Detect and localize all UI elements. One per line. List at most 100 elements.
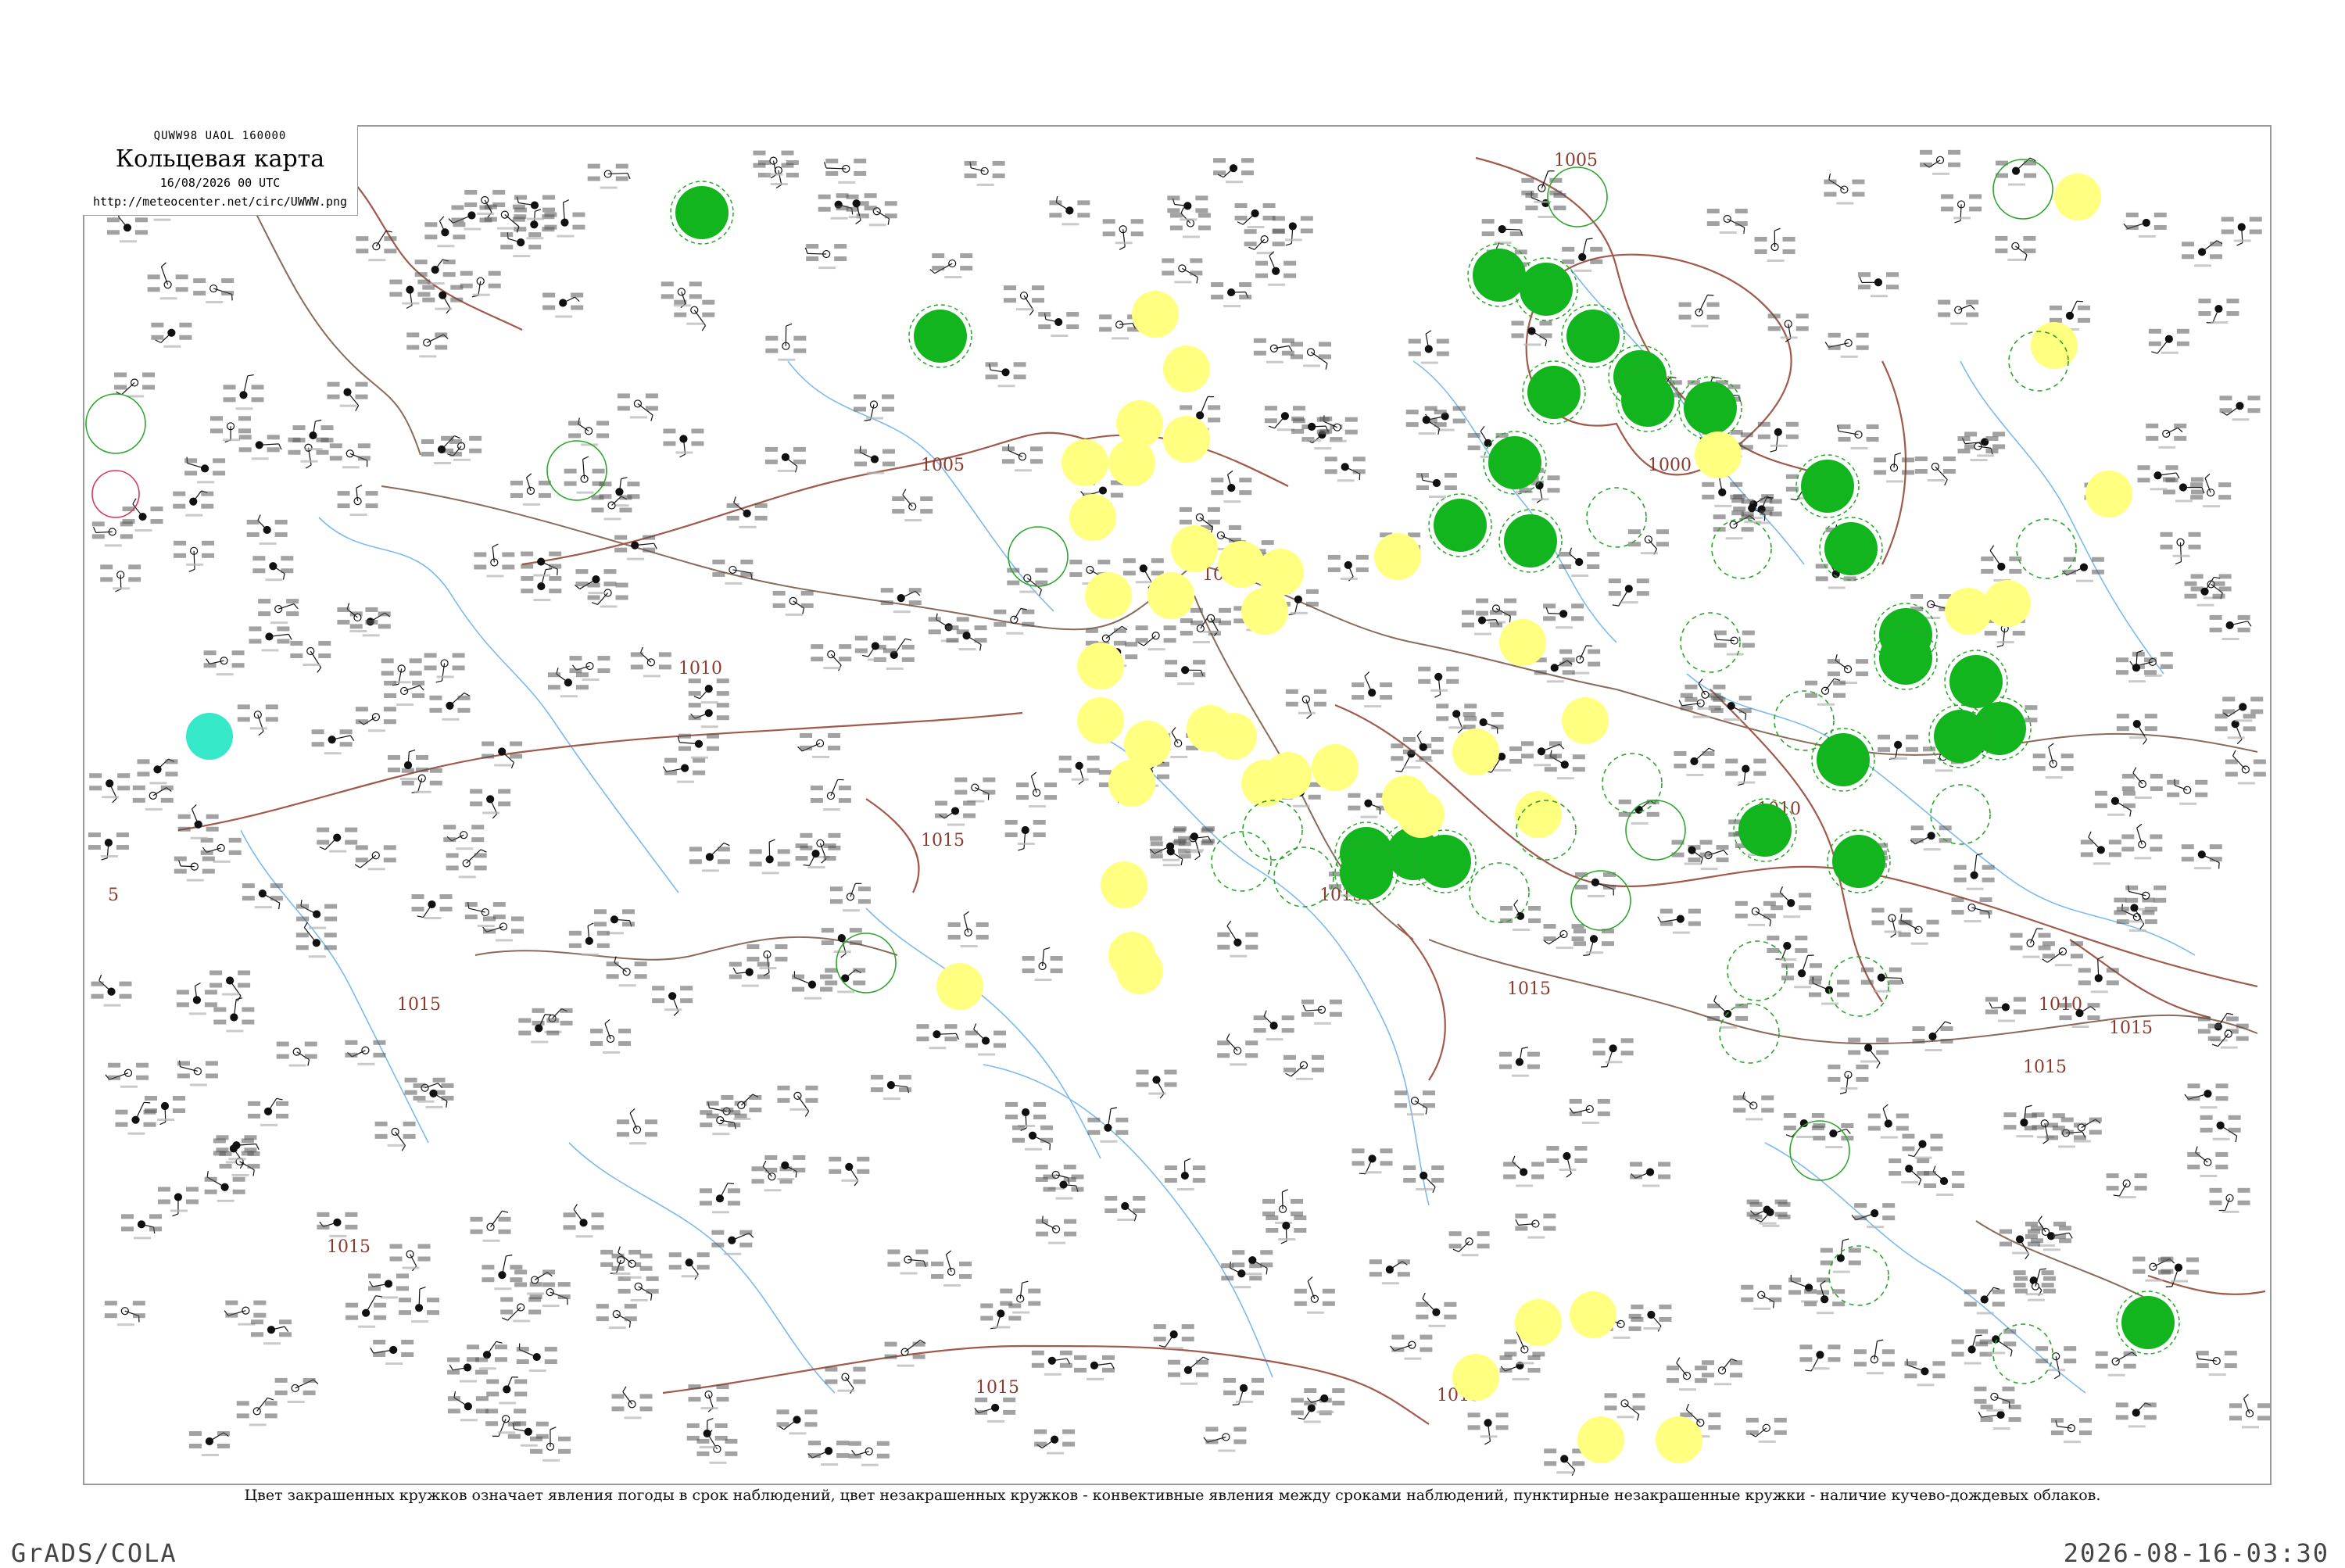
station-plot <box>1165 1158 1205 1190</box>
station-plot <box>1878 735 1918 760</box>
station-plot <box>465 902 506 927</box>
station-plot <box>277 1042 317 1067</box>
precipitation-marker <box>1738 804 1792 857</box>
convective-ring <box>86 394 145 453</box>
thunderstorm-marker <box>1945 588 1992 635</box>
isobar-label: 1015 <box>2109 1018 2153 1038</box>
station-plot <box>1658 909 1701 934</box>
station-plot <box>92 521 133 546</box>
convective-ring <box>1571 871 1631 930</box>
precipitation-marker <box>1949 655 2003 708</box>
station-plot <box>1190 608 1231 636</box>
thunderstorm-marker <box>1077 643 1124 689</box>
synoptic-map: 1005 1000 1010 1010 1010 1005 1015 1015 … <box>83 125 2272 1485</box>
station-plot <box>1416 473 1457 498</box>
station-plot <box>355 845 396 870</box>
station-plot <box>248 1098 288 1126</box>
station-plot <box>1103 219 1144 249</box>
station-plot <box>916 1024 958 1049</box>
station-plot <box>251 1319 292 1344</box>
station-plot <box>518 1015 559 1044</box>
convective-ring <box>1993 159 2053 219</box>
station-plot <box>2187 1147 2228 1177</box>
thunderstorm-marker <box>1101 861 1147 908</box>
station-plot <box>317 1212 357 1237</box>
map-canvas: 1005 1000 1010 1010 1010 1005 1015 1015 … <box>84 127 2272 1485</box>
station-plot <box>1799 1344 1840 1371</box>
precipitation-marker <box>1473 249 1526 302</box>
station-plot <box>993 609 1034 635</box>
station-plot <box>1874 453 1914 483</box>
station-plot <box>2117 714 2157 744</box>
station-plot <box>796 843 836 868</box>
station-plot <box>1235 203 1276 228</box>
station-plot <box>1283 1055 1324 1080</box>
station-plot <box>829 1157 869 1186</box>
precipitation-marker <box>1340 847 1393 900</box>
station-plot <box>1674 748 1714 776</box>
station-plot <box>1104 1196 1145 1221</box>
station-plot <box>105 1301 145 1326</box>
station-plot <box>174 857 215 882</box>
isobar-label: 1015 <box>397 995 441 1015</box>
station-plot <box>1512 320 1552 345</box>
thunderstorm-marker <box>1570 1291 1616 1338</box>
station-plot <box>618 393 658 421</box>
station-plot <box>689 678 729 703</box>
thunderstorm-marker <box>1312 744 1359 791</box>
station-plot <box>542 293 583 318</box>
station-plot <box>1838 424 1879 449</box>
thunderstorm-marker <box>1132 291 1179 338</box>
convective-ring <box>92 471 139 517</box>
thunderstorm-marker <box>1984 580 2031 627</box>
isobar-label: 1015 <box>2023 1058 2067 1077</box>
thunderstorm-marker <box>1069 494 1116 541</box>
thunderstorm-marker <box>1452 729 1499 775</box>
station-plot <box>356 231 396 261</box>
station-plot <box>290 641 331 672</box>
station-plot <box>1707 209 1748 234</box>
thunderstorm-marker <box>2031 322 2078 369</box>
station-plot <box>204 650 245 675</box>
station-plot <box>2003 1105 2044 1137</box>
precipitation-marker <box>914 310 967 363</box>
station-plot <box>2185 1083 2229 1108</box>
station-plot <box>590 1019 631 1054</box>
station-plot <box>1543 603 1584 628</box>
station-plot <box>2161 532 2201 564</box>
station-plot <box>500 1298 541 1323</box>
station-plot <box>2225 750 2266 785</box>
thunderstorm-marker <box>1163 345 1210 392</box>
thunderstorm-marker <box>1163 416 1210 463</box>
station-plot <box>588 164 630 189</box>
station-plot <box>107 211 148 242</box>
station-plot <box>1758 422 1799 452</box>
station-plot <box>413 1083 453 1108</box>
station-plot <box>213 998 254 1033</box>
station-plot <box>2215 714 2256 743</box>
station-plot <box>389 280 430 309</box>
station-plot <box>750 839 790 874</box>
station-plot <box>1902 1134 1942 1159</box>
station-plot <box>1418 667 1459 697</box>
station-plot <box>371 1340 414 1365</box>
station-plot <box>406 332 448 357</box>
station-plot <box>1981 546 2021 582</box>
station-plot <box>2200 1115 2241 1142</box>
station-plot <box>317 828 357 853</box>
precipitation-marker <box>1504 514 1557 567</box>
cumulonimbus-ring <box>1243 800 1302 860</box>
thunderstorm-marker <box>1374 533 1421 580</box>
station-plot <box>1500 900 1541 931</box>
station-plot <box>1770 886 1811 918</box>
station-plot <box>137 759 177 784</box>
thunderstorm-marker <box>1515 791 1562 838</box>
map-header: QUWW98 UAOL 160000 Кольцевая карта 16/08… <box>83 125 358 216</box>
station-plot <box>121 1214 162 1239</box>
station-plot <box>2124 213 2167 238</box>
map-date: 16/08/2026 00 UTC <box>83 176 357 190</box>
station-plot <box>1978 1405 2021 1430</box>
station-plot <box>470 789 510 818</box>
station-plot <box>312 729 354 754</box>
station-plot <box>881 588 922 613</box>
